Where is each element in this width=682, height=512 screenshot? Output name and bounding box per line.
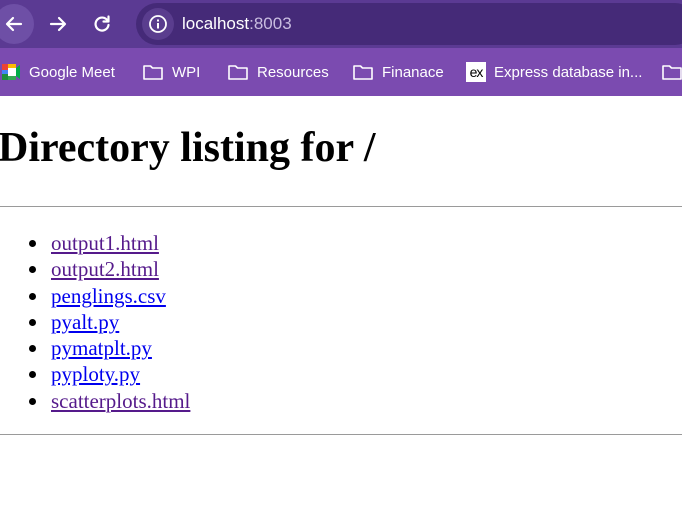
reload-icon: [94, 15, 110, 32]
url-port: :8003: [249, 14, 292, 33]
address-bar[interactable]: localhost:8003: [136, 3, 682, 45]
bookmark-express-database[interactable]: ex Express database in...: [466, 48, 642, 96]
bookmark-google-meet[interactable]: Google Meet: [2, 48, 115, 96]
info-icon: [149, 15, 167, 33]
list-item: output2.html: [29, 256, 190, 282]
list-item: pyploty.py: [29, 361, 190, 387]
file-link[interactable]: pymatplt.py: [51, 336, 152, 360]
bullet-icon: [29, 371, 36, 379]
bullet-icon: [29, 397, 36, 405]
file-link[interactable]: output1.html: [51, 231, 159, 255]
file-link[interactable]: pyalt.py: [51, 310, 119, 334]
arrow-right-icon: [49, 16, 67, 32]
bookmark-label: Finanace: [382, 63, 444, 81]
site-info-button[interactable]: [142, 8, 174, 40]
folder-icon: [228, 65, 248, 80]
bookmarks-bar: Google Meet WPI Resources Finanace ex Ex…: [0, 48, 682, 96]
bookmark-finanace[interactable]: Finanace: [353, 48, 444, 96]
reload-button[interactable]: [82, 4, 122, 44]
bookmark-resources[interactable]: Resources: [228, 48, 329, 96]
bullet-icon: [29, 345, 36, 353]
google-meet-icon: [2, 64, 20, 80]
folder-icon: [662, 65, 682, 80]
top-divider: [0, 206, 682, 207]
folder-icon: [353, 65, 373, 80]
bookmark-folder-overflow[interactable]: [662, 48, 682, 96]
bookmark-label: Express database in...: [494, 63, 643, 81]
folder-icon: [143, 65, 163, 80]
bullet-icon: [29, 240, 36, 247]
file-link[interactable]: penglings.csv: [51, 284, 166, 308]
file-list: output1.html output2.html penglings.csv …: [29, 230, 190, 414]
list-item: pymatplt.py: [29, 335, 190, 361]
forward-button[interactable]: [38, 4, 78, 44]
bookmark-label: Google Meet: [29, 63, 115, 81]
list-item: pyalt.py: [29, 309, 190, 335]
file-link[interactable]: output2.html: [51, 257, 159, 281]
bullet-icon: [29, 292, 36, 300]
list-item: output1.html: [29, 230, 190, 256]
back-button[interactable]: [0, 4, 34, 44]
bookmark-wpi[interactable]: WPI: [143, 48, 200, 96]
url-host: localhost: [182, 14, 250, 33]
file-link[interactable]: scatterplots.html: [51, 389, 190, 413]
bookmark-label: WPI: [172, 63, 201, 81]
list-item: scatterplots.html: [29, 388, 190, 414]
bookmark-label: Resources: [257, 63, 329, 81]
bullet-icon: [29, 318, 36, 326]
list-item: penglings.csv: [29, 283, 190, 309]
bottom-divider: [0, 434, 682, 435]
bullet-icon: [29, 266, 36, 274]
ex-logo-icon: ex: [466, 62, 486, 82]
url-text[interactable]: localhost:8003: [182, 14, 292, 34]
page-title: Directory listing for /: [0, 125, 376, 171]
arrow-left-icon: [5, 16, 23, 32]
file-link[interactable]: pyploty.py: [51, 362, 140, 386]
browser-toolbar: localhost:8003: [0, 0, 682, 48]
